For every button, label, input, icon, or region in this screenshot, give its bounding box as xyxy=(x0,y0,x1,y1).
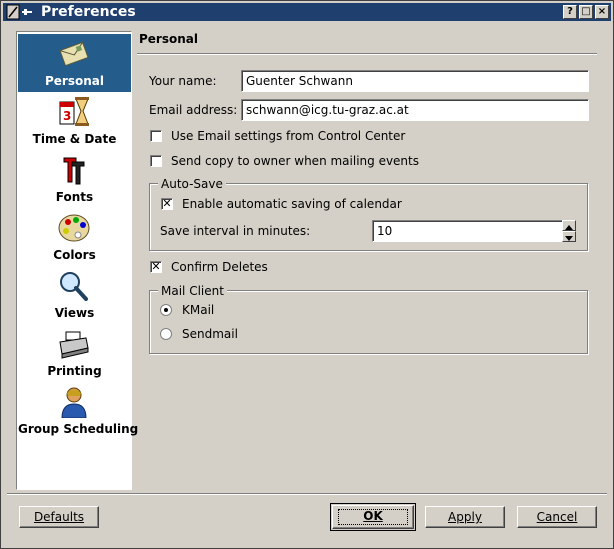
sidebar-label-time-date: Time & Date xyxy=(32,132,117,146)
preferences-window: Preferences ? □ × Personal 3 Time & Date… xyxy=(0,0,614,549)
printer-icon xyxy=(59,331,89,359)
defaults-button[interactable]: Defaults xyxy=(19,506,99,528)
sidebar-item-personal[interactable]: Personal xyxy=(18,34,131,92)
sidebar-item-group-scheduling[interactable]: Group Scheduling xyxy=(18,382,139,440)
maximize-icon: □ xyxy=(581,6,591,17)
kmail-label[interactable]: KMail xyxy=(182,303,214,317)
sidebar-label-views: Views xyxy=(54,306,95,320)
person-icon xyxy=(61,387,87,418)
magnifier-icon xyxy=(60,272,88,301)
use-email-settings-label[interactable]: Use Email settings from Control Center xyxy=(171,129,405,143)
sidebar-item-fonts[interactable]: Fonts xyxy=(18,150,131,208)
spin-up-button[interactable] xyxy=(562,220,576,231)
focus-ring xyxy=(338,509,408,525)
footer-divider xyxy=(7,493,607,495)
mail-client-group-title: Mail Client xyxy=(158,284,227,298)
title-divider xyxy=(137,53,597,55)
cancel-button[interactable]: Cancel xyxy=(517,506,597,528)
cancel-button-label: Cancel xyxy=(536,510,578,524)
apply-button[interactable]: Apply xyxy=(425,506,505,528)
close-icon: × xyxy=(597,6,607,17)
enable-autosave-checkbox[interactable]: ✕ xyxy=(161,198,173,210)
spin-down-button[interactable] xyxy=(562,231,576,242)
email-label: Email address: xyxy=(149,103,238,117)
mail-client-group xyxy=(149,290,588,354)
sendmail-label[interactable]: Sendmail xyxy=(182,327,238,341)
close-button[interactable]: × xyxy=(595,5,609,19)
palette-icon xyxy=(58,214,90,242)
sidebar-item-time-date[interactable]: 3 Time & Date xyxy=(18,92,131,150)
radio-selected-dot xyxy=(164,308,168,312)
sidebar-item-colors[interactable]: Colors xyxy=(18,208,131,266)
sidebar-item-printing[interactable]: Printing xyxy=(18,324,131,382)
sidebar-label-fonts: Fonts xyxy=(55,190,94,204)
apply-button-label: Apply xyxy=(448,510,482,524)
sidebar-label-colors: Colors xyxy=(53,248,96,262)
enable-autosave-label[interactable]: Enable automatic saving of calendar xyxy=(182,197,402,211)
title-bar[interactable]: Preferences ? □ × xyxy=(3,3,611,21)
ok-button[interactable]: OK xyxy=(330,503,416,531)
help-icon: ? xyxy=(567,6,573,17)
page-title: Personal xyxy=(139,32,198,46)
defaults-button-label: Defaults xyxy=(33,510,85,524)
maximize-button[interactable]: □ xyxy=(579,5,593,19)
svg-text:3: 3 xyxy=(63,109,71,123)
confirm-deletes-label[interactable]: Confirm Deletes xyxy=(171,260,268,274)
sidebar-label-group-scheduling: Group Scheduling xyxy=(18,422,139,436)
save-interval-spinner[interactable] xyxy=(562,220,576,242)
personal-icon xyxy=(59,41,89,67)
email-field[interactable]: schwann@icg.tu-graz.ac.at xyxy=(241,99,589,121)
sendmail-radio[interactable] xyxy=(160,328,172,340)
your-name-label: Your name: xyxy=(149,74,217,88)
category-sidebar: Personal 3 Time & Date Fonts Colors View… xyxy=(16,31,139,490)
save-interval-input[interactable]: 10 xyxy=(372,220,564,242)
use-email-settings-checkbox[interactable] xyxy=(150,130,162,142)
send-copy-label[interactable]: Send copy to owner when mailing events xyxy=(171,154,419,168)
kmail-radio[interactable] xyxy=(160,304,172,316)
arrow-down-icon xyxy=(565,236,573,241)
help-button[interactable]: ? xyxy=(563,5,577,19)
sidebar-label-printing: Printing xyxy=(47,364,102,378)
your-name-field[interactable]: Guenter Schwann xyxy=(241,70,589,92)
send-copy-checkbox[interactable] xyxy=(150,155,162,167)
app-icon[interactable] xyxy=(6,4,34,20)
calendar-hourglass-icon: 3 xyxy=(59,97,89,126)
save-interval-label: Save interval in minutes: xyxy=(160,224,311,238)
sidebar-label-personal: Personal xyxy=(45,74,104,88)
window-title: Preferences xyxy=(41,4,136,20)
confirm-deletes-checkbox[interactable]: ✕ xyxy=(150,261,162,273)
fonts-icon xyxy=(63,157,85,185)
sidebar-item-views[interactable]: Views xyxy=(18,266,131,324)
autosave-group-title: Auto-Save xyxy=(158,177,226,191)
